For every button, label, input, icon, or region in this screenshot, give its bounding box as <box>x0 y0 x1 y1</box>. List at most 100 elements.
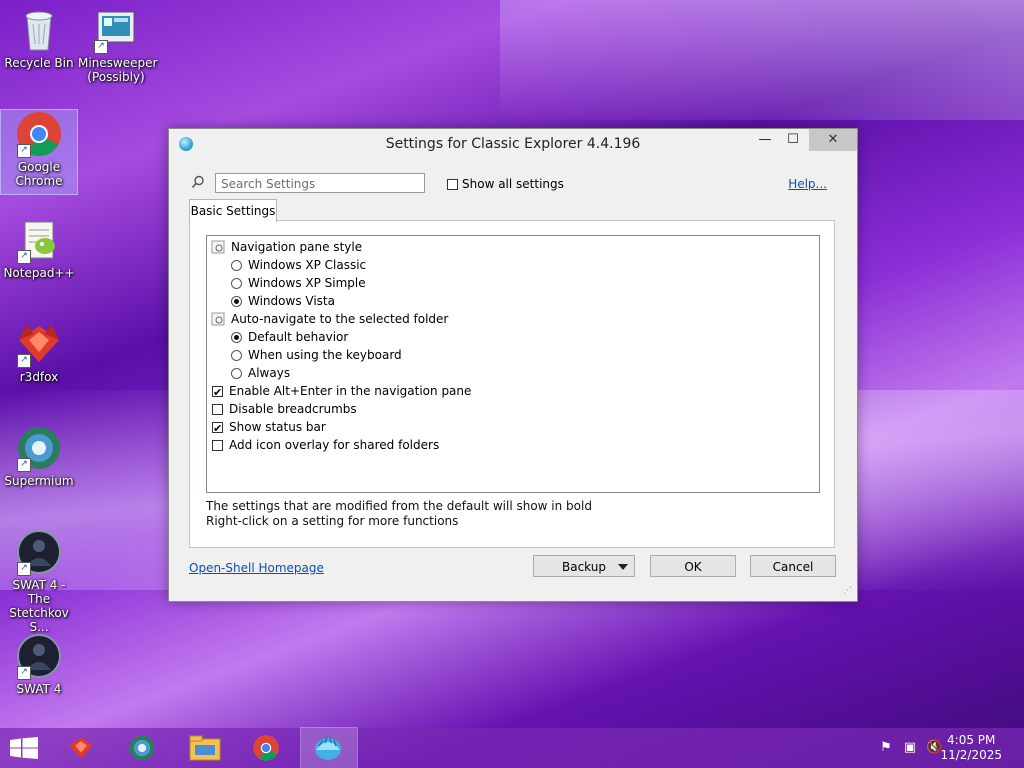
radio-when-using-keyboard[interactable]: When using the keyboard <box>231 346 402 364</box>
help-link[interactable]: Help... <box>788 177 827 191</box>
radio-button[interactable] <box>231 367 242 379</box>
desktop-icon-label: Google Chrome <box>15 160 63 188</box>
desktop-icon-minesweeper[interactable]: ↗ Minesweeper (Possibly) <box>78 6 158 84</box>
r3dfox-icon <box>69 737 93 759</box>
show-all-settings-checkbox[interactable]: Show all settings <box>447 177 564 191</box>
action-center-flag-icon[interactable]: ⚑ <box>878 740 894 756</box>
desktop-icon-label: Recycle Bin <box>4 56 74 70</box>
taskbar-classic-explorer-settings[interactable] <box>300 727 358 768</box>
chrome-icon <box>253 735 279 761</box>
checkbox-add-icon-overlay[interactable]: Add icon overlay for shared folders <box>212 436 439 454</box>
clock-date: 11/2/2025 <box>940 748 1002 762</box>
radio-button[interactable] <box>231 331 242 343</box>
supermium-icon <box>129 735 155 761</box>
swat4-tss-icon: ↗ <box>15 528 63 576</box>
desktop-icon-google-chrome[interactable]: ↗ Google Chrome <box>0 109 78 195</box>
open-shell-homepage-link[interactable]: Open-Shell Homepage <box>189 561 324 575</box>
backup-button[interactable]: Backup <box>533 555 635 577</box>
desktop-icon-r3dfox[interactable]: ↗ r3dfox <box>1 320 77 384</box>
checkbox-box[interactable] <box>212 403 223 415</box>
checkbox-box[interactable] <box>447 178 458 190</box>
setting-label: Navigation pane style <box>231 240 363 254</box>
checkbox-box[interactable] <box>212 384 223 402</box>
radio-button[interactable] <box>231 295 242 307</box>
checkbox-show-status-bar[interactable]: Show status bar <box>212 418 326 438</box>
clock[interactable]: 4:05 PM 11/2/2025 <box>940 733 1002 763</box>
desktop-icon-swat4-tss[interactable]: ↗ SWAT 4 - The Stetchkov S... <box>1 528 77 634</box>
checkbox-box[interactable] <box>212 439 223 451</box>
taskbar: ⚑ ▣ 🔇 4:05 PM 11/2/2025 <box>0 727 1024 768</box>
setting-label: Auto-navigate to the selected folder <box>231 312 449 326</box>
dropdown-arrow-icon <box>618 564 628 570</box>
chrome-icon: ↗ <box>15 110 63 158</box>
taskbar-google-chrome[interactable] <box>240 728 296 768</box>
radio-button[interactable] <box>231 277 242 289</box>
taskbar-r3dfox[interactable] <box>54 728 110 768</box>
setting-group-navigation-pane-style[interactable]: Navigation pane style <box>211 238 362 256</box>
desktop-icon-recycle-bin[interactable]: Recycle Bin <box>1 6 77 70</box>
shortcut-arrow-icon: ↗ <box>17 144 31 158</box>
search-input[interactable]: Search Settings <box>215 173 425 193</box>
radio-windows-xp-simple[interactable]: Windows XP Simple <box>231 274 366 292</box>
checkbox-label: Add icon overlay for shared folders <box>229 438 440 452</box>
cancel-button[interactable]: Cancel <box>750 555 836 577</box>
title-bar[interactable]: Settings for Classic Explorer 4.4.196 — … <box>169 129 857 159</box>
checkbox-enable-alt-enter[interactable]: Enable Alt+Enter in the navigation pane <box>212 382 472 402</box>
close-button[interactable]: ✕ <box>809 129 857 151</box>
shortcut-arrow-icon: ↗ <box>17 354 31 368</box>
shortcut-arrow-icon: ↗ <box>17 666 31 680</box>
desktop-icon-label: Notepad++ <box>3 266 75 280</box>
taskbar-file-explorer[interactable] <box>178 728 234 768</box>
option-label: Default behavior <box>248 330 349 344</box>
checkbox-label: Show status bar <box>229 420 326 434</box>
option-label: When using the keyboard <box>248 348 402 362</box>
wallpaper-band <box>500 0 1024 120</box>
desktop-icon-supermium[interactable]: ↗ Supermium <box>1 424 77 488</box>
checkbox-label: Enable Alt+Enter in the navigation pane <box>229 384 472 398</box>
option-label: Always <box>248 366 291 380</box>
start-button[interactable] <box>0 728 56 768</box>
radio-default-behavior[interactable]: Default behavior <box>231 328 348 346</box>
desktop-icon-label: SWAT 4 - The Stetchkov S... <box>9 578 69 634</box>
option-label: Windows XP Classic <box>248 258 367 272</box>
system-tray: ⚑ ▣ 🔇 4:05 PM 11/2/2025 <box>864 728 1024 768</box>
setting-group-auto-navigate[interactable]: Auto-navigate to the selected folder <box>211 310 448 328</box>
radio-always[interactable]: Always <box>231 364 290 382</box>
network-icon[interactable]: ▣ <box>902 740 918 756</box>
radio-button[interactable] <box>231 349 242 361</box>
maximize-button[interactable]: ☐ <box>779 129 807 151</box>
ok-button[interactable]: OK <box>650 555 736 577</box>
radio-windows-vista[interactable]: Windows Vista <box>231 292 335 310</box>
shortcut-arrow-icon: ↗ <box>17 562 31 576</box>
taskbar-supermium[interactable] <box>116 728 172 768</box>
desktop-icon-label: SWAT 4 <box>16 682 62 696</box>
tab-basic-settings[interactable]: Basic Settings <box>189 199 277 222</box>
r3dfox-icon: ↗ <box>15 320 63 368</box>
shortcut-arrow-icon: ↗ <box>17 250 31 264</box>
desktop-icon-label: Supermium <box>4 474 74 488</box>
file-explorer-icon <box>189 735 221 761</box>
swat4-icon: ↗ <box>15 632 63 680</box>
desktop-icon-label: Minesweeper (Possibly) <box>78 56 158 84</box>
settings-group-icon <box>211 312 225 326</box>
radio-windows-xp-classic[interactable]: Windows XP Classic <box>231 256 366 274</box>
checkbox-label: Disable breadcrumbs <box>229 402 357 416</box>
settings-group-icon <box>211 240 225 254</box>
desktop-icon-swat4[interactable]: ↗ SWAT 4 <box>1 632 77 696</box>
supermium-icon: ↗ <box>15 424 63 472</box>
tab-panel: Navigation pane style Windows XP Classic… <box>189 220 835 548</box>
resize-grip-icon[interactable]: ⋰ <box>843 587 853 597</box>
checkbox-disable-breadcrumbs[interactable]: Disable breadcrumbs <box>212 400 357 418</box>
checkbox-box[interactable] <box>212 420 223 438</box>
minesweeper-icon: ↗ <box>92 6 140 54</box>
info-text-bold-settings: The settings that are modified from the … <box>206 499 592 513</box>
clock-time: 4:05 PM <box>947 733 996 747</box>
shortcut-arrow-icon: ↗ <box>17 458 31 472</box>
radio-button[interactable] <box>231 259 242 271</box>
settings-dialog: Settings for Classic Explorer 4.4.196 — … <box>168 128 858 602</box>
minimize-button[interactable]: — <box>751 129 779 151</box>
search-icon <box>191 175 205 189</box>
desktop-icon-notepad-plus-plus[interactable]: ↗ Notepad++ <box>1 216 77 280</box>
start-icon <box>10 737 38 759</box>
option-label: Windows Vista <box>248 294 335 308</box>
